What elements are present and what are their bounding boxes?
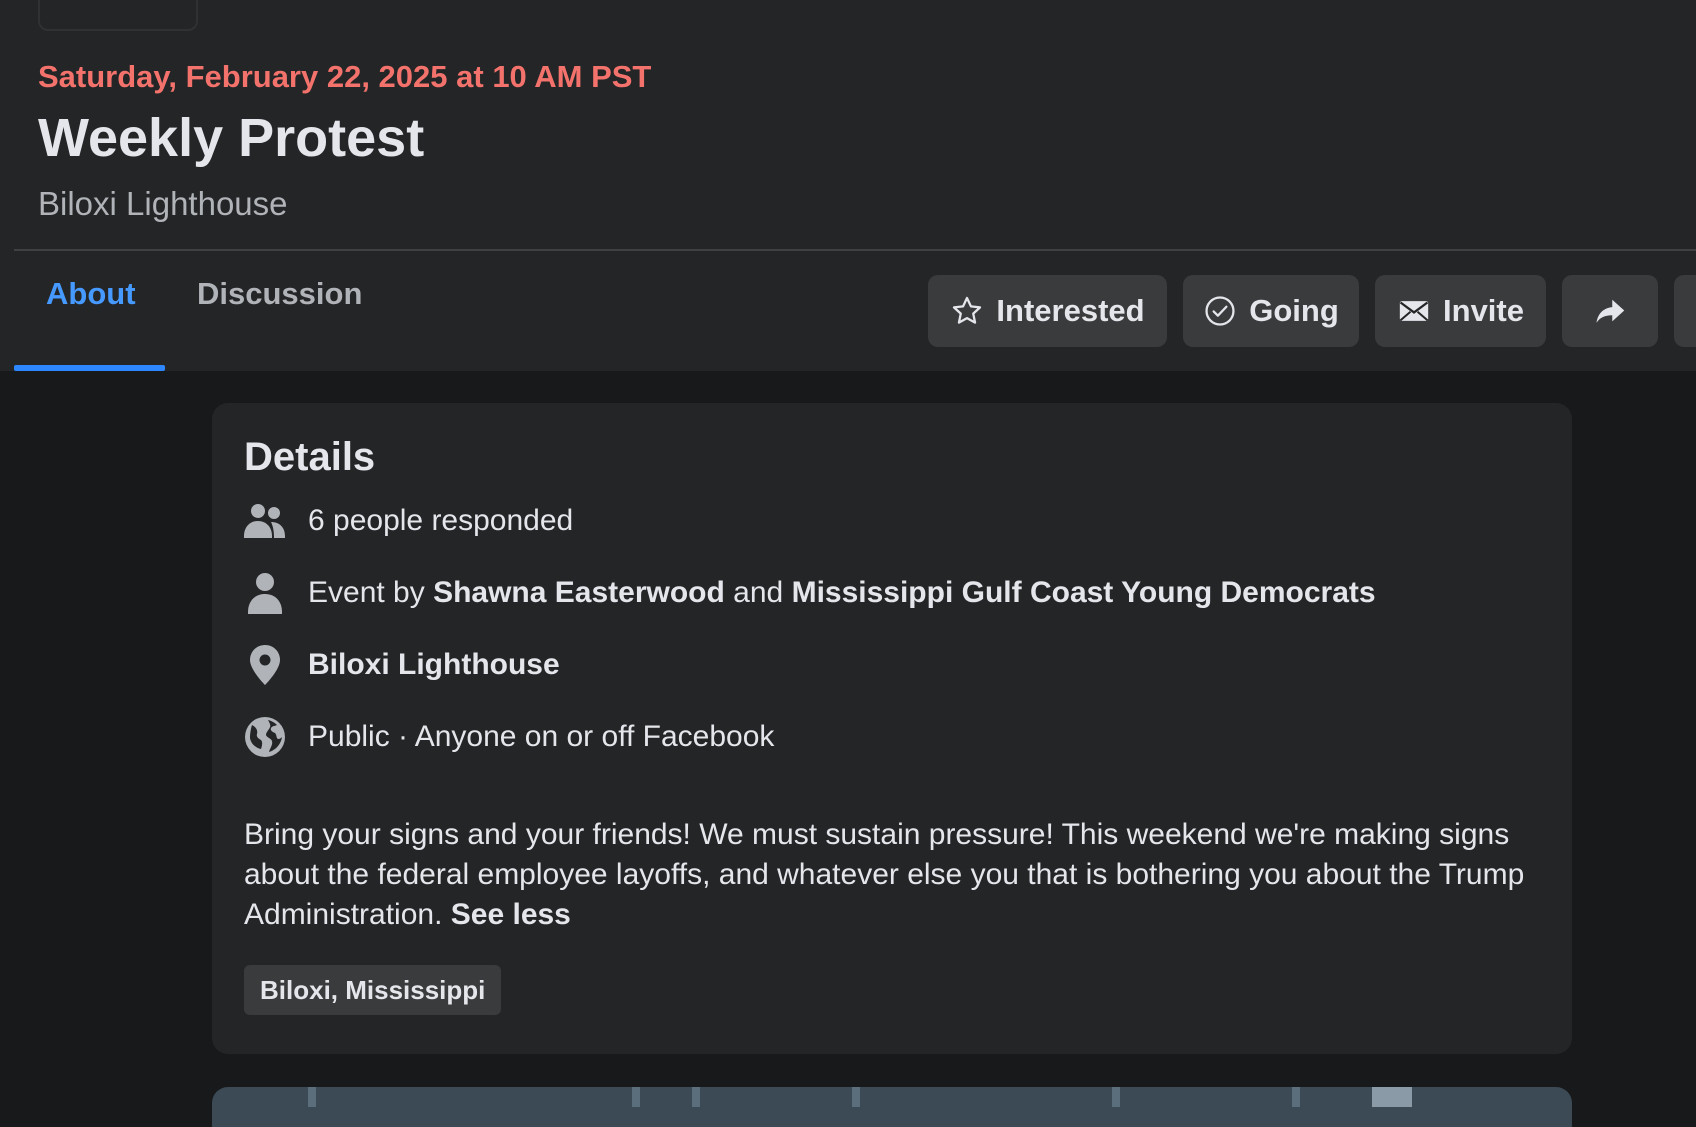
envelope-icon <box>1399 301 1429 321</box>
interested-button[interactable]: Interested <box>928 275 1167 347</box>
details-heading: Details <box>244 435 376 479</box>
description-text: Bring your signs and your friends! We mu… <box>244 818 1525 931</box>
cover-photo-edge <box>38 0 198 31</box>
event-location[interactable]: Biloxi Lighthouse <box>38 185 288 223</box>
more-options-button[interactable] <box>1674 275 1696 347</box>
share-button[interactable] <box>1562 275 1658 347</box>
host-link-1[interactable]: Shawna Easterwood <box>433 576 725 609</box>
active-tab-indicator <box>14 365 165 371</box>
place-link[interactable]: Biloxi Lighthouse <box>308 648 560 682</box>
details-card: Details 6 people responded Event by Shaw… <box>212 403 1572 1054</box>
host-text: Event by Shawna Easterwood and Mississip… <box>308 576 1376 610</box>
event-header: Saturday, February 22, 2025 at 10 AM PST… <box>0 0 1696 371</box>
event-title: Weekly Protest <box>38 108 425 168</box>
check-circle-icon <box>1205 296 1235 326</box>
event-date: Saturday, February 22, 2025 at 10 AM PST <box>38 59 652 94</box>
event-by-prefix: Event by <box>308 576 425 609</box>
people-icon <box>244 500 286 542</box>
location-pin-icon <box>244 644 286 686</box>
invite-label: Invite <box>1443 293 1524 328</box>
city-chip[interactable]: Biloxi, Mississippi <box>244 965 502 1015</box>
privacy-text: Public · Anyone on or off Facebook <box>308 720 775 753</box>
host-row: Event by Shawna Easterwood and Mississip… <box>244 571 1376 615</box>
event-description: Bring your signs and your friends! We mu… <box>244 815 1544 935</box>
interested-label: Interested <box>996 293 1145 328</box>
globe-icon <box>244 716 286 758</box>
header-divider <box>14 249 1696 251</box>
and-text: and <box>733 576 784 609</box>
person-icon <box>244 572 286 614</box>
share-arrow-icon <box>1596 299 1625 323</box>
place-row[interactable]: Biloxi Lighthouse <box>244 643 560 687</box>
host-link-2[interactable]: Mississippi Gulf Coast Young Democrats <box>792 576 1376 609</box>
going-label: Going <box>1249 293 1339 328</box>
invite-button[interactable]: Invite <box>1375 275 1546 347</box>
next-card-preview <box>212 1087 1572 1127</box>
tab-about[interactable]: About <box>46 276 136 370</box>
tab-discussion[interactable]: Discussion <box>197 276 362 370</box>
privacy-row: Public · Anyone on or off Facebook <box>244 715 774 759</box>
see-less-link[interactable]: See less <box>451 898 571 931</box>
responded-count: 6 people responded <box>308 504 574 537</box>
star-icon <box>953 296 982 324</box>
responded-row[interactable]: 6 people responded <box>244 499 573 543</box>
going-button[interactable]: Going <box>1183 275 1359 347</box>
